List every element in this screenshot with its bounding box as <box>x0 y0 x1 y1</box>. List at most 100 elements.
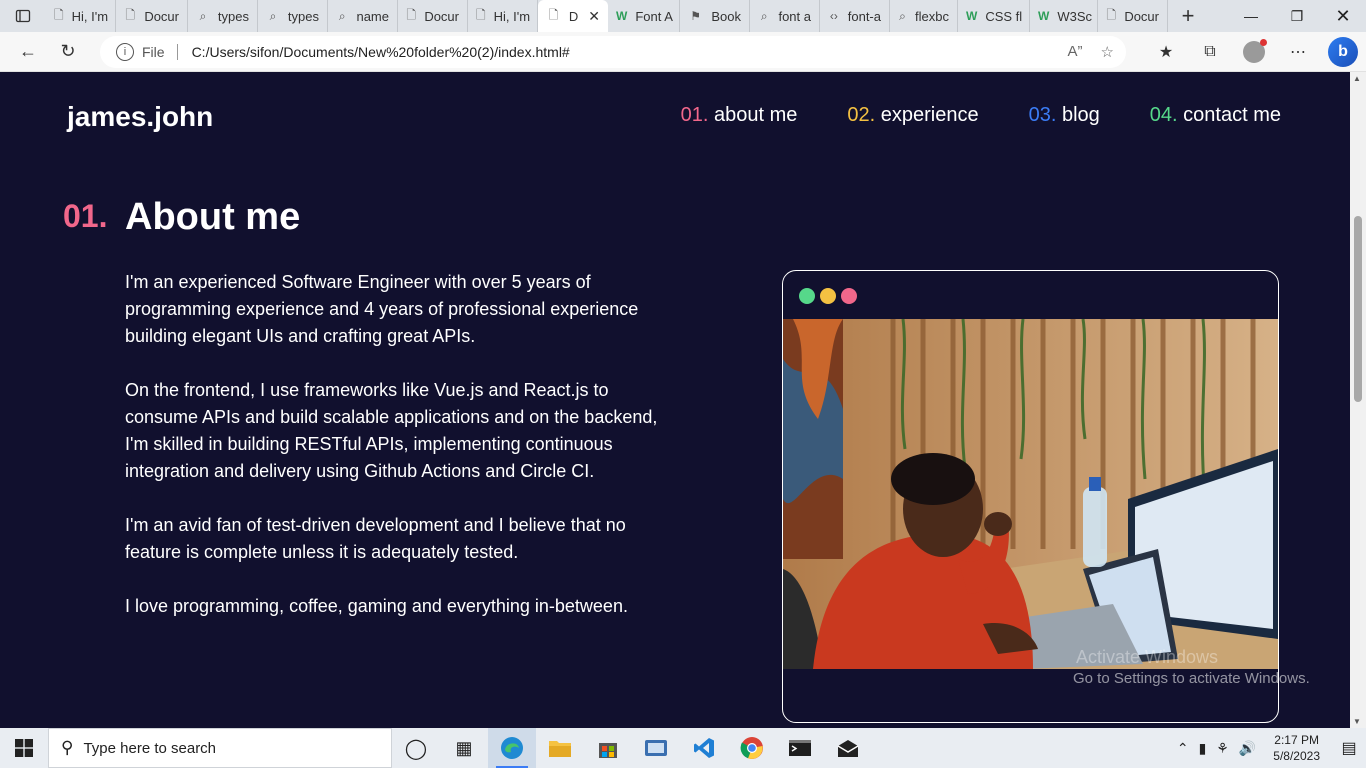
app-button[interactable] <box>632 728 680 768</box>
bing-chat-button[interactable]: b <box>1328 37 1358 67</box>
scheme-label: File <box>142 44 165 60</box>
browser-tab[interactable]: ⚑ Book <box>680 0 750 32</box>
profile-photo <box>783 319 1278 669</box>
app-icon <box>645 740 667 756</box>
back-button[interactable]: ← <box>8 34 48 70</box>
more-icon: ⋯ <box>1290 44 1306 61</box>
browser-tab[interactable]: 🗋 Docur <box>116 0 188 32</box>
browser-tab[interactable]: W Font A <box>608 0 680 32</box>
vscode-button[interactable] <box>680 728 728 768</box>
start-button[interactable] <box>0 728 48 768</box>
scroll-up-icon[interactable]: ▲ <box>1353 74 1361 83</box>
add-favorite-icon[interactable]: ☆ <box>1101 43 1114 61</box>
refresh-button[interactable]: ↻ <box>48 34 88 70</box>
edge-taskbar-button[interactable] <box>488 728 536 768</box>
site-brand[interactable]: james.john <box>67 101 213 133</box>
browser-tab[interactable]: 🗋 Docur <box>1098 0 1168 32</box>
file-explorer-button[interactable] <box>536 728 584 768</box>
browser-tab[interactable]: 🗋 Hi, I'm <box>468 0 538 32</box>
nav-label: about me <box>714 104 798 126</box>
browser-tab[interactable]: ⌕ font a <box>750 0 820 32</box>
nav-label: experience <box>880 104 979 126</box>
browser-tab[interactable]: 🗋 D ✕ <box>538 0 608 32</box>
task-view-icon: ▦ <box>455 737 473 758</box>
nav-link-experience[interactable]: 02. experience <box>847 104 978 127</box>
task-view-button[interactable]: ▦ <box>440 728 488 768</box>
search-icon: ⌕ <box>199 8 207 23</box>
page-icon: 🗋 <box>54 7 64 22</box>
restore-button[interactable]: ❐ <box>1274 0 1320 32</box>
taskbar-search-placeholder: Type here to search <box>83 739 217 757</box>
taskbar-search[interactable]: ⚲ Type here to search <box>48 728 392 768</box>
terminal-button[interactable] <box>776 728 824 768</box>
volume-icon[interactable]: 🔊 <box>1234 740 1261 757</box>
scroll-down-icon[interactable]: ▼ <box>1353 717 1361 726</box>
store-button[interactable] <box>584 728 632 768</box>
read-aloud-icon[interactable]: A” <box>1068 43 1083 61</box>
nav-number: 01. <box>680 104 709 126</box>
show-hidden-icons-button[interactable]: ⌃ <box>1172 740 1194 757</box>
nav-number: 02. <box>847 104 876 126</box>
browser-tab[interactable]: ⌕ types <box>188 0 258 32</box>
notifications-button[interactable]: ▤ <box>1332 738 1366 758</box>
url-text[interactable]: C:/Users/sifon/Documents/New%20folder%20… <box>192 44 570 60</box>
favorites-icon: ★ <box>1158 44 1174 61</box>
browser-tab[interactable]: 🗋 Docur <box>398 0 468 32</box>
about-paragraph: I'm an experienced Software Engineer wit… <box>125 272 639 346</box>
tab-label: Font A <box>635 8 673 24</box>
terminal-icon <box>789 740 811 756</box>
nav-link-blog[interactable]: 03. blog <box>1029 104 1100 127</box>
cortana-button[interactable]: ◯ <box>392 728 440 768</box>
favorites-button[interactable]: ★ <box>1144 32 1188 72</box>
page-scrollbar[interactable]: ▲ ▼ <box>1350 72 1366 728</box>
page-icon: 🗋 <box>1106 7 1116 22</box>
nav-link-contact-me[interactable]: 04. contact me <box>1150 104 1281 127</box>
page-icon: 🗋 <box>548 7 559 22</box>
browser-tab[interactable]: ⌕ types <box>258 0 328 32</box>
refresh-icon: ↻ <box>60 41 76 61</box>
scrollbar-thumb[interactable] <box>1354 216 1362 402</box>
browser-tab[interactable]: ⌕ flexbc <box>890 0 958 32</box>
tab-label: types <box>217 8 249 24</box>
restore-icon: ❐ <box>1290 7 1304 24</box>
battery-icon[interactable]: ▮ <box>1194 740 1212 757</box>
profile-avatar[interactable] <box>1243 39 1267 63</box>
tab-label: D <box>568 8 579 24</box>
collections-button[interactable]: ⧉ <box>1188 32 1232 72</box>
about-paragraph: On the frontend, I use frameworks like V… <box>125 380 658 481</box>
clock[interactable]: 2:17 PM 5/8/2023 <box>1261 732 1332 764</box>
settings-more-button[interactable]: ⋯ <box>1276 32 1320 72</box>
browser-tab[interactable]: ⌕ name <box>328 0 398 32</box>
notification-icon: ▤ <box>1341 740 1357 757</box>
w3-icon: W <box>1038 9 1050 23</box>
nav-link-about-me[interactable]: 01. about me <box>681 104 798 127</box>
browser-tab[interactable]: W CSS fl <box>958 0 1030 32</box>
network-icon[interactable]: ⚘ <box>1211 740 1234 757</box>
browser-tab[interactable]: 🗋 Hi, I'm <box>46 0 116 32</box>
tab-actions-icon <box>15 9 31 23</box>
minimize-icon: — <box>1244 8 1258 24</box>
search-icon: ⌕ <box>760 8 768 23</box>
section-title: About me <box>125 196 301 238</box>
browser-tab[interactable]: ‹› font-a <box>820 0 890 32</box>
yellow-dot <box>820 288 836 304</box>
bing-icon: b <box>1338 43 1348 60</box>
system-tray: ⌃ ▮ ⚘ 🔊 2:17 PM 5/8/2023 ▤ <box>1172 728 1366 768</box>
browser-tab[interactable]: W W3Sc <box>1030 0 1098 32</box>
chrome-button[interactable] <box>728 728 776 768</box>
new-tab-button[interactable]: + <box>1168 0 1208 32</box>
site-nav: 01. about me 02. experience 03. blog 04. co… <box>681 104 1281 127</box>
tab-close-icon[interactable]: ✕ <box>588 8 600 25</box>
tab-actions-button[interactable] <box>0 0 46 32</box>
info-icon[interactable]: i <box>116 43 134 61</box>
page-icon: 🗋 <box>476 7 486 22</box>
vscode-icon <box>694 738 714 758</box>
about-text: I'm an experienced Software Engineer wit… <box>125 269 685 647</box>
minimize-button[interactable]: — <box>1228 0 1274 32</box>
page-viewport: james.john 01. about me 02. experience 03.… <box>0 72 1350 728</box>
tab-label: font-a <box>847 8 881 24</box>
address-bar[interactable]: i File C:/Users/sifon/Documents/New%20fo… <box>100 36 1126 68</box>
close-window-button[interactable]: ✕ <box>1320 0 1366 32</box>
search-icon: ⌕ <box>899 8 906 23</box>
mail-button[interactable] <box>824 728 872 768</box>
